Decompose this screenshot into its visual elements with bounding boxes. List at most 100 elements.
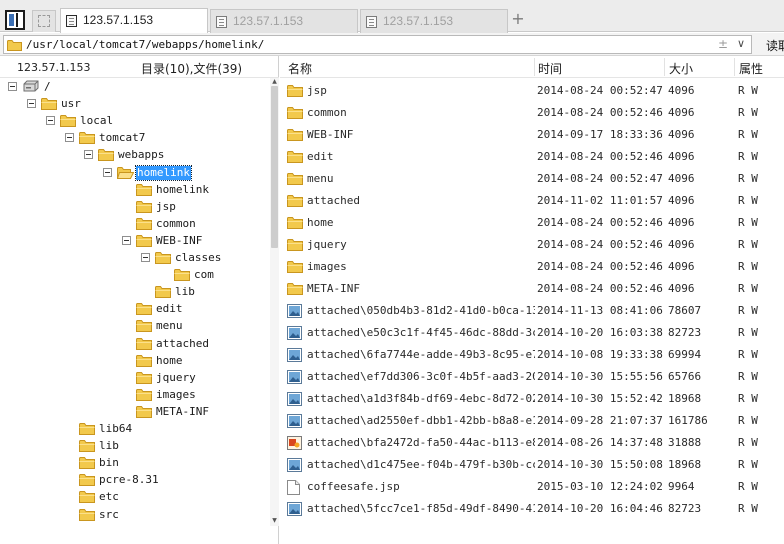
file-row[interactable]: jquery 2014-08-24 00:52:46 4096 R W [280, 234, 784, 256]
tree-node[interactable]: pcre-8.31 [0, 472, 270, 489]
file-name: WEB-INF [307, 128, 354, 141]
collapse-icon[interactable] [27, 99, 36, 109]
file-row[interactable]: coffeesafe.jsp 2015-03-10 12:24:02 9964 R W [280, 476, 784, 498]
collapse-icon[interactable] [141, 253, 150, 262]
scrollbar-thumb[interactable] [271, 86, 278, 248]
tree-node[interactable]: com [0, 267, 270, 284]
file-row[interactable]: attached\050db4b3-81d2-41d0-b0ca-13... 20… [280, 300, 784, 322]
collapse-icon[interactable] [46, 116, 55, 126]
file-time: 2014-09-17 18:33:36 [537, 128, 663, 141]
tree-node[interactable]: src [0, 507, 270, 524]
file-time: 2014-08-24 00:52:47 [537, 172, 663, 185]
tab-2[interactable]: 123.57.1.153 [210, 9, 358, 33]
file-row[interactable]: WEB-INF 2014-09-17 18:33:36 4096 R W [280, 124, 784, 146]
file-attributes: R W [738, 480, 758, 493]
tree-node[interactable]: etc [0, 489, 270, 506]
file-size: 18968 [668, 392, 702, 405]
collapse-icon[interactable] [122, 235, 131, 245]
tree-node[interactable]: bin [0, 455, 270, 472]
tree-node[interactable]: / [0, 79, 270, 96]
file-row[interactable]: attached\ef7dd306-3c0f-4b5f-aad3-20... 20… [280, 366, 784, 388]
tree-node-label: jsp [156, 199, 176, 213]
column-size-header[interactable]: 大小 [669, 60, 693, 77]
file-row[interactable]: attached\6fa7744e-adde-49b3-8c95-e7... 20… [280, 344, 784, 366]
image-file-icon [287, 458, 302, 472]
sidebar-toggle-icon[interactable] [5, 10, 25, 30]
chevron-down-icon[interactable]: ∨ [737, 37, 745, 50]
tree-node-label: jquery [156, 370, 196, 384]
tree-node[interactable]: jsp [0, 199, 270, 216]
file-size: 4096 [668, 128, 695, 141]
tree-node[interactable]: META-INF [0, 404, 270, 421]
column-time-header[interactable]: 时间 [538, 60, 562, 77]
tab-3[interactable]: 123.57.1.153 [360, 9, 508, 33]
tree-node[interactable]: menu [0, 318, 270, 335]
scroll-up-icon[interactable]: ▲ [271, 79, 278, 85]
folder-icon [287, 129, 303, 141]
folder-icon [79, 474, 95, 487]
folder-icon [79, 132, 95, 145]
tree-node-label: webapps [118, 148, 165, 162]
new-blank-tab[interactable] [32, 10, 56, 32]
file-row[interactable]: home 2014-08-24 00:52:46 4096 R W [280, 212, 784, 234]
tree-node-label: home [156, 353, 183, 367]
file-row[interactable]: images 2014-08-24 00:52:46 4096 R W [280, 256, 784, 278]
folder-icon [136, 337, 152, 350]
tree-node[interactable]: common [0, 216, 270, 233]
sort-icon[interactable]: ± [718, 37, 728, 51]
file-row[interactable]: attached\ad2550ef-dbb1-42bb-b8a8-e1... 20… [280, 410, 784, 432]
folder-icon [136, 320, 152, 333]
tree-node-label: common [156, 216, 196, 230]
collapse-icon[interactable] [8, 82, 17, 91]
folder-icon [79, 491, 95, 504]
collapse-icon[interactable] [65, 133, 74, 143]
column-name-header[interactable]: 名称 [288, 60, 312, 77]
file-size: 18968 [668, 458, 702, 471]
tree-scrollbar[interactable]: ▲ ▼ [270, 78, 279, 526]
file-row[interactable]: menu 2014-08-24 00:52:47 4096 R W [280, 168, 784, 190]
tree-node[interactable]: lib [0, 284, 270, 301]
file-name: attached\a1d3f84b-df69-4ebc-8d72-02... [307, 392, 535, 405]
tree-node[interactable]: edit [0, 301, 270, 318]
file-row[interactable]: attached 2014-11-02 11:01:57 4096 R W [280, 190, 784, 212]
file-row[interactable]: attached\a1d3f84b-df69-4ebc-8d72-02... 20… [280, 388, 784, 410]
tree-node[interactable]: tomcat7 [0, 130, 270, 147]
tree-node[interactable]: local [0, 113, 270, 130]
file-row[interactable]: attached\d1c475ee-f04b-479f-b30b-cc... 20… [280, 454, 784, 476]
tree-node[interactable]: lib [0, 438, 270, 455]
tree-node[interactable]: homelink [0, 182, 270, 199]
file-row[interactable]: jsp 2014-08-24 00:52:47 4096 R W [280, 80, 784, 102]
tree-node[interactable]: jquery [0, 370, 270, 387]
add-tab-icon[interactable]: + [510, 10, 526, 28]
file-row[interactable]: META-INF 2014-08-24 00:52:46 4096 R W [280, 278, 784, 300]
collapse-icon[interactable] [103, 167, 112, 177]
file-row[interactable]: attached\5fcc7ce1-f85d-49df-8490-41... 20… [280, 498, 784, 520]
file-time: 2014-10-30 15:55:56 [537, 370, 663, 383]
tree-node[interactable]: WEB-INF [0, 233, 270, 250]
tree-node[interactable]: webapps [0, 147, 270, 164]
file-row[interactable]: attached\bfa2472d-fa50-44ac-b113-e8... 20… [280, 432, 784, 454]
file-row[interactable]: attached\e50c3c1f-4f45-46dc-88dd-3c... 20… [280, 322, 784, 344]
file-row[interactable]: common 2014-08-24 00:52:46 4096 R W [280, 102, 784, 124]
file-time: 2014-11-13 08:41:06 [537, 304, 663, 317]
folder-icon [287, 85, 303, 97]
column-attr-header[interactable]: 属性 [739, 60, 763, 77]
tree-node[interactable]: homelink [0, 164, 270, 182]
scroll-down-icon[interactable]: ▼ [271, 518, 278, 524]
tree-node[interactable]: home [0, 353, 270, 370]
path-input[interactable]: /usr/local/tomcat7/webapps/homelink/ ± ∨ [3, 35, 752, 54]
read-button[interactable]: 读取 [766, 37, 784, 54]
file-time: 2014-10-20 16:03:38 [537, 326, 663, 339]
tree-node[interactable]: attached [0, 336, 270, 353]
file-attributes: R W [738, 326, 758, 339]
tab-1[interactable]: 123.57.1.153 [60, 8, 208, 33]
file-attributes: R W [738, 304, 758, 317]
tree-node[interactable]: usr [0, 96, 270, 113]
file-row[interactable]: edit 2014-08-24 00:52:46 4096 R W [280, 146, 784, 168]
tree-node[interactable]: images [0, 387, 270, 404]
tree-node[interactable]: lib64 [0, 421, 270, 438]
tree-node-label: usr [61, 97, 81, 111]
tree-node[interactable]: classes [0, 250, 270, 267]
collapse-icon[interactable] [84, 150, 93, 160]
file-name: META-INF [307, 282, 360, 295]
